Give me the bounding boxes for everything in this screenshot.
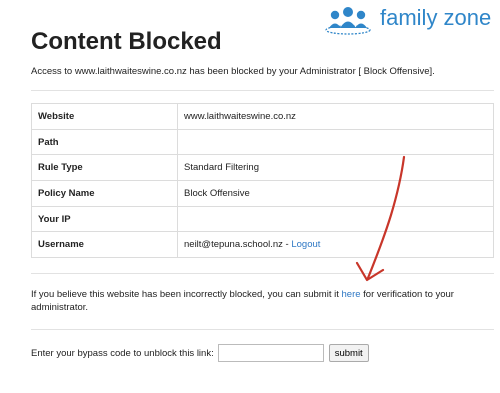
arrow-shaft — [366, 155, 406, 280]
annotation-arrow — [355, 155, 406, 282]
